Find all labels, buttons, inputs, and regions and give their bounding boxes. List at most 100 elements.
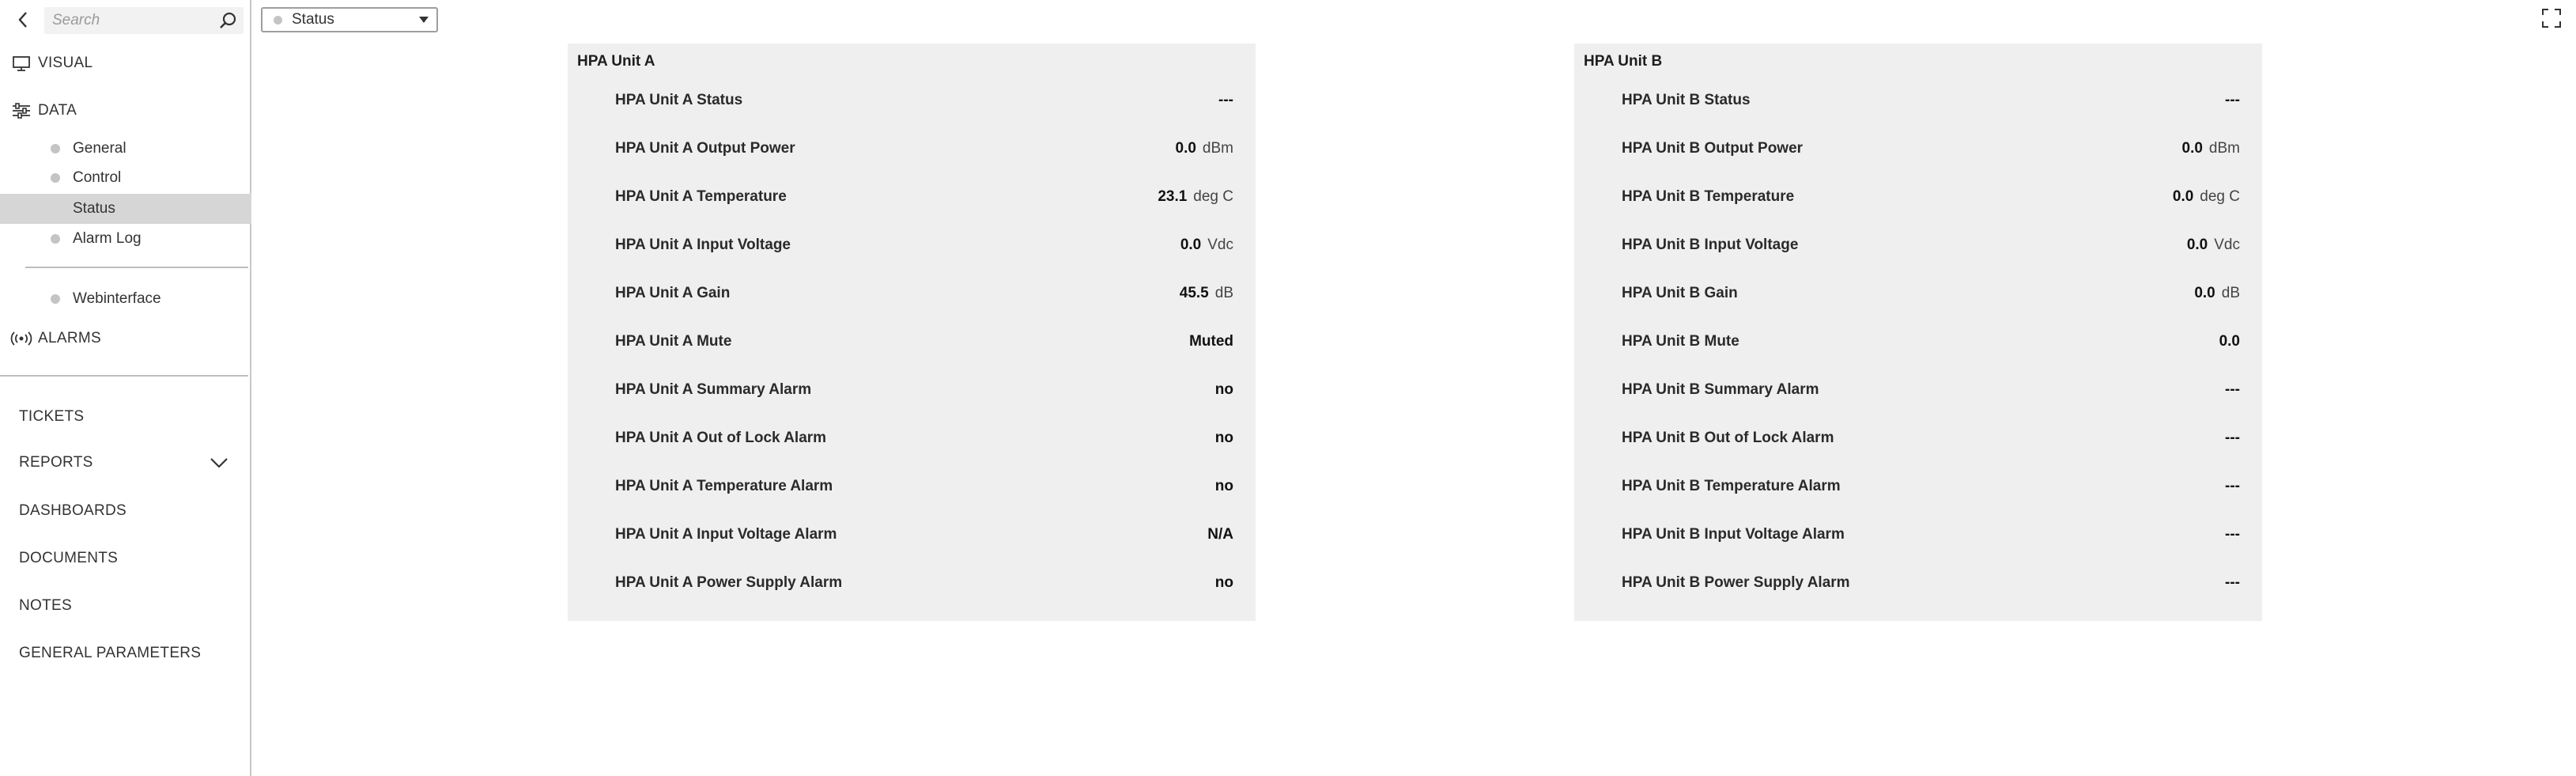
status-row: HPA Unit A Output Power 0.0 dBm	[568, 131, 1256, 166]
status-row-value: 0.0 Vdc	[1180, 237, 1233, 254]
reports-expand-button[interactable]	[207, 451, 231, 475]
status-value: 0.0	[2181, 140, 2203, 157]
nav-documents[interactable]: DOCUMENTS	[19, 544, 118, 573]
status-value: ---	[2225, 478, 2240, 494]
status-row-value: ---	[2225, 574, 2240, 592]
nav-item-control[interactable]: Control	[0, 164, 251, 192]
status-row-value: 0.0 Vdc	[2187, 237, 2240, 254]
bullet-icon	[51, 173, 60, 183]
search-button[interactable]	[217, 9, 239, 32]
status-row: HPA Unit A Summary Alarm no	[568, 373, 1256, 407]
view-select[interactable]: Status	[261, 7, 438, 32]
nav-general-parameters[interactable]: GENERAL PARAMETERS	[19, 639, 201, 668]
status-unit: dBm	[2208, 140, 2240, 157]
fullscreen-button[interactable]	[2540, 6, 2563, 30]
status-value: no	[1214, 381, 1233, 398]
fullscreen-icon	[2542, 9, 2561, 28]
status-row-value: ---	[2225, 526, 2240, 543]
status-row: HPA Unit A Out of Lock Alarm no	[568, 421, 1256, 456]
view-select-value: Status	[292, 11, 334, 28]
status-row-value: 23.1 deg C	[1158, 188, 1233, 206]
status-row-label: HPA Unit B Temperature	[1622, 188, 1795, 205]
status-row-value: 0.0	[2219, 333, 2240, 350]
status-value: 23.1	[1158, 188, 1188, 205]
status-row-label: HPA Unit A Gain	[615, 285, 731, 301]
status-row: HPA Unit B Temperature 0.0 deg C	[1574, 180, 2262, 214]
status-row-value: 45.5 dB	[1180, 285, 1233, 302]
nav-item-general[interactable]: General	[0, 134, 251, 163]
status-row-value: 0.0 deg C	[2173, 188, 2240, 206]
status-row: HPA Unit B Gain 0.0 dB	[1574, 276, 2262, 311]
status-value: ---	[1218, 92, 1233, 108]
nav-item-alarm-log[interactable]: Alarm Log	[0, 225, 251, 253]
status-row: HPA Unit A Power Supply Alarm no	[568, 566, 1256, 600]
status-row-label: HPA Unit B Power Supply Alarm	[1622, 574, 1850, 591]
status-row-value: ---	[2225, 478, 2240, 495]
status-row: HPA Unit B Status ---	[1574, 83, 2262, 118]
status-row-label: HPA Unit B Input Voltage Alarm	[1622, 526, 1845, 543]
status-row-label: HPA Unit A Input Voltage	[615, 237, 791, 253]
divider	[0, 375, 248, 377]
monitor-icon	[9, 51, 33, 75]
status-row-value: 0.0 dBm	[2182, 140, 2241, 157]
nav-alarms[interactable]: ALARMS	[0, 323, 251, 354]
status-unit: dBm	[1202, 140, 1233, 157]
status-value: ---	[2225, 92, 2240, 108]
status-row-label: HPA Unit B Gain	[1622, 285, 1738, 301]
status-row-label: HPA Unit B Output Power	[1622, 140, 1804, 157]
broadcast-icon	[9, 327, 33, 350]
bullet-icon	[274, 15, 282, 25]
caret-down-icon	[419, 17, 429, 23]
status-row-value: Muted	[1189, 333, 1233, 350]
status-row: HPA Unit B Out of Lock Alarm ---	[1574, 421, 2262, 456]
nav-item-webinterface[interactable]: Webinterface	[0, 285, 251, 313]
nav-data[interactable]: DATA	[0, 95, 251, 127]
search-row	[0, 0, 251, 41]
status-row: HPA Unit B Output Power 0.0 dBm	[1574, 131, 2262, 166]
nav-dashboards[interactable]: DASHBOARDS	[19, 497, 127, 525]
panel-title: HPA Unit A	[577, 53, 655, 70]
divider	[25, 267, 248, 268]
status-unit: Vdc	[2214, 237, 2240, 253]
status-row-value: ---	[2225, 430, 2240, 447]
status-value: ---	[2225, 526, 2240, 543]
nav-reports[interactable]: REPORTS	[19, 449, 93, 477]
status-row-value: ---	[1218, 92, 1233, 109]
status-value: 0.0	[2186, 237, 2208, 253]
sidebar: VISUAL DATA General Control Status Alarm…	[0, 0, 251, 776]
nav-item-label: Webinterface	[73, 290, 161, 307]
back-button[interactable]	[11, 8, 35, 32]
status-row-label: HPA Unit A Status	[615, 92, 743, 108]
bullet-icon	[51, 294, 60, 304]
status-row: HPA Unit B Summary Alarm ---	[1574, 373, 2262, 407]
status-row: HPA Unit A Temperature 23.1 deg C	[568, 180, 1256, 214]
status-row-value: no	[1215, 430, 1233, 447]
sliders-icon	[9, 99, 33, 123]
nav-item-label: Status	[73, 200, 115, 217]
status-row-label: HPA Unit A Out of Lock Alarm	[615, 430, 827, 446]
search-icon	[220, 12, 236, 28]
status-value: 0.0	[2172, 188, 2194, 205]
hpa-unit-b-panel: HPA Unit B HPA Unit B Status --- HPA Unit …	[1574, 44, 2262, 621]
status-unit: deg C	[2200, 188, 2240, 205]
search-input[interactable]	[52, 7, 210, 34]
nav-notes[interactable]: NOTES	[19, 592, 72, 620]
status-value: no	[1214, 478, 1233, 494]
status-row-value: 0.0 dBm	[1176, 140, 1234, 157]
nav-item-status[interactable]: Status	[0, 194, 251, 224]
status-row-label: HPA Unit B Summary Alarm	[1622, 381, 1819, 398]
status-value: 45.5	[1179, 285, 1209, 301]
nav-tickets[interactable]: TICKETS	[19, 403, 84, 431]
status-unit: deg C	[1193, 188, 1233, 205]
status-value: 0.0	[1175, 140, 1196, 157]
status-row: HPA Unit A Status ---	[568, 83, 1256, 118]
nav-visual[interactable]: VISUAL	[0, 47, 251, 79]
status-row: HPA Unit A Temperature Alarm no	[568, 469, 1256, 504]
chevron-left-icon	[18, 12, 27, 28]
status-value: 0.0	[1180, 237, 1202, 253]
status-row-label: HPA Unit B Temperature Alarm	[1622, 478, 1841, 494]
status-row-value: ---	[2225, 381, 2240, 399]
status-value: no	[1214, 430, 1233, 446]
hpa-unit-a-panel: HPA Unit A HPA Unit A Status --- HPA Unit …	[568, 44, 1256, 621]
status-row-label: HPA Unit B Mute	[1622, 333, 1739, 350]
